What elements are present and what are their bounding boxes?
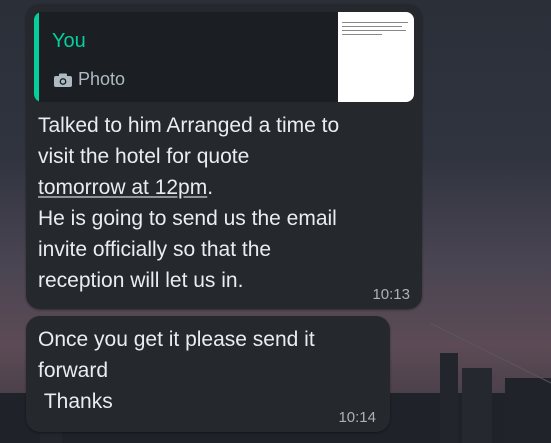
reply-type-label: Photo <box>78 69 126 89</box>
message-text: Talked to him Arranged a time to visit t… <box>38 114 340 292</box>
camera-icon <box>54 73 72 87</box>
message-bubble[interactable]: You Photo Talked to him Arranged a time … <box>26 4 422 309</box>
date-link[interactable]: tomorrow at 12pm <box>38 176 207 199</box>
message-bubble[interactable]: Once you get it please send it forward T… <box>26 316 390 432</box>
quoted-reply[interactable]: You Photo <box>34 12 414 102</box>
message-timestamp: 10:14 <box>338 409 376 426</box>
photo-thumbnail[interactable] <box>338 12 414 102</box>
message-timestamp: 10:13 <box>372 286 410 303</box>
reply-accent-bar <box>34 12 39 102</box>
reply-author: You <box>52 30 86 52</box>
message-text: Once you get it please send it forward T… <box>38 328 315 413</box>
